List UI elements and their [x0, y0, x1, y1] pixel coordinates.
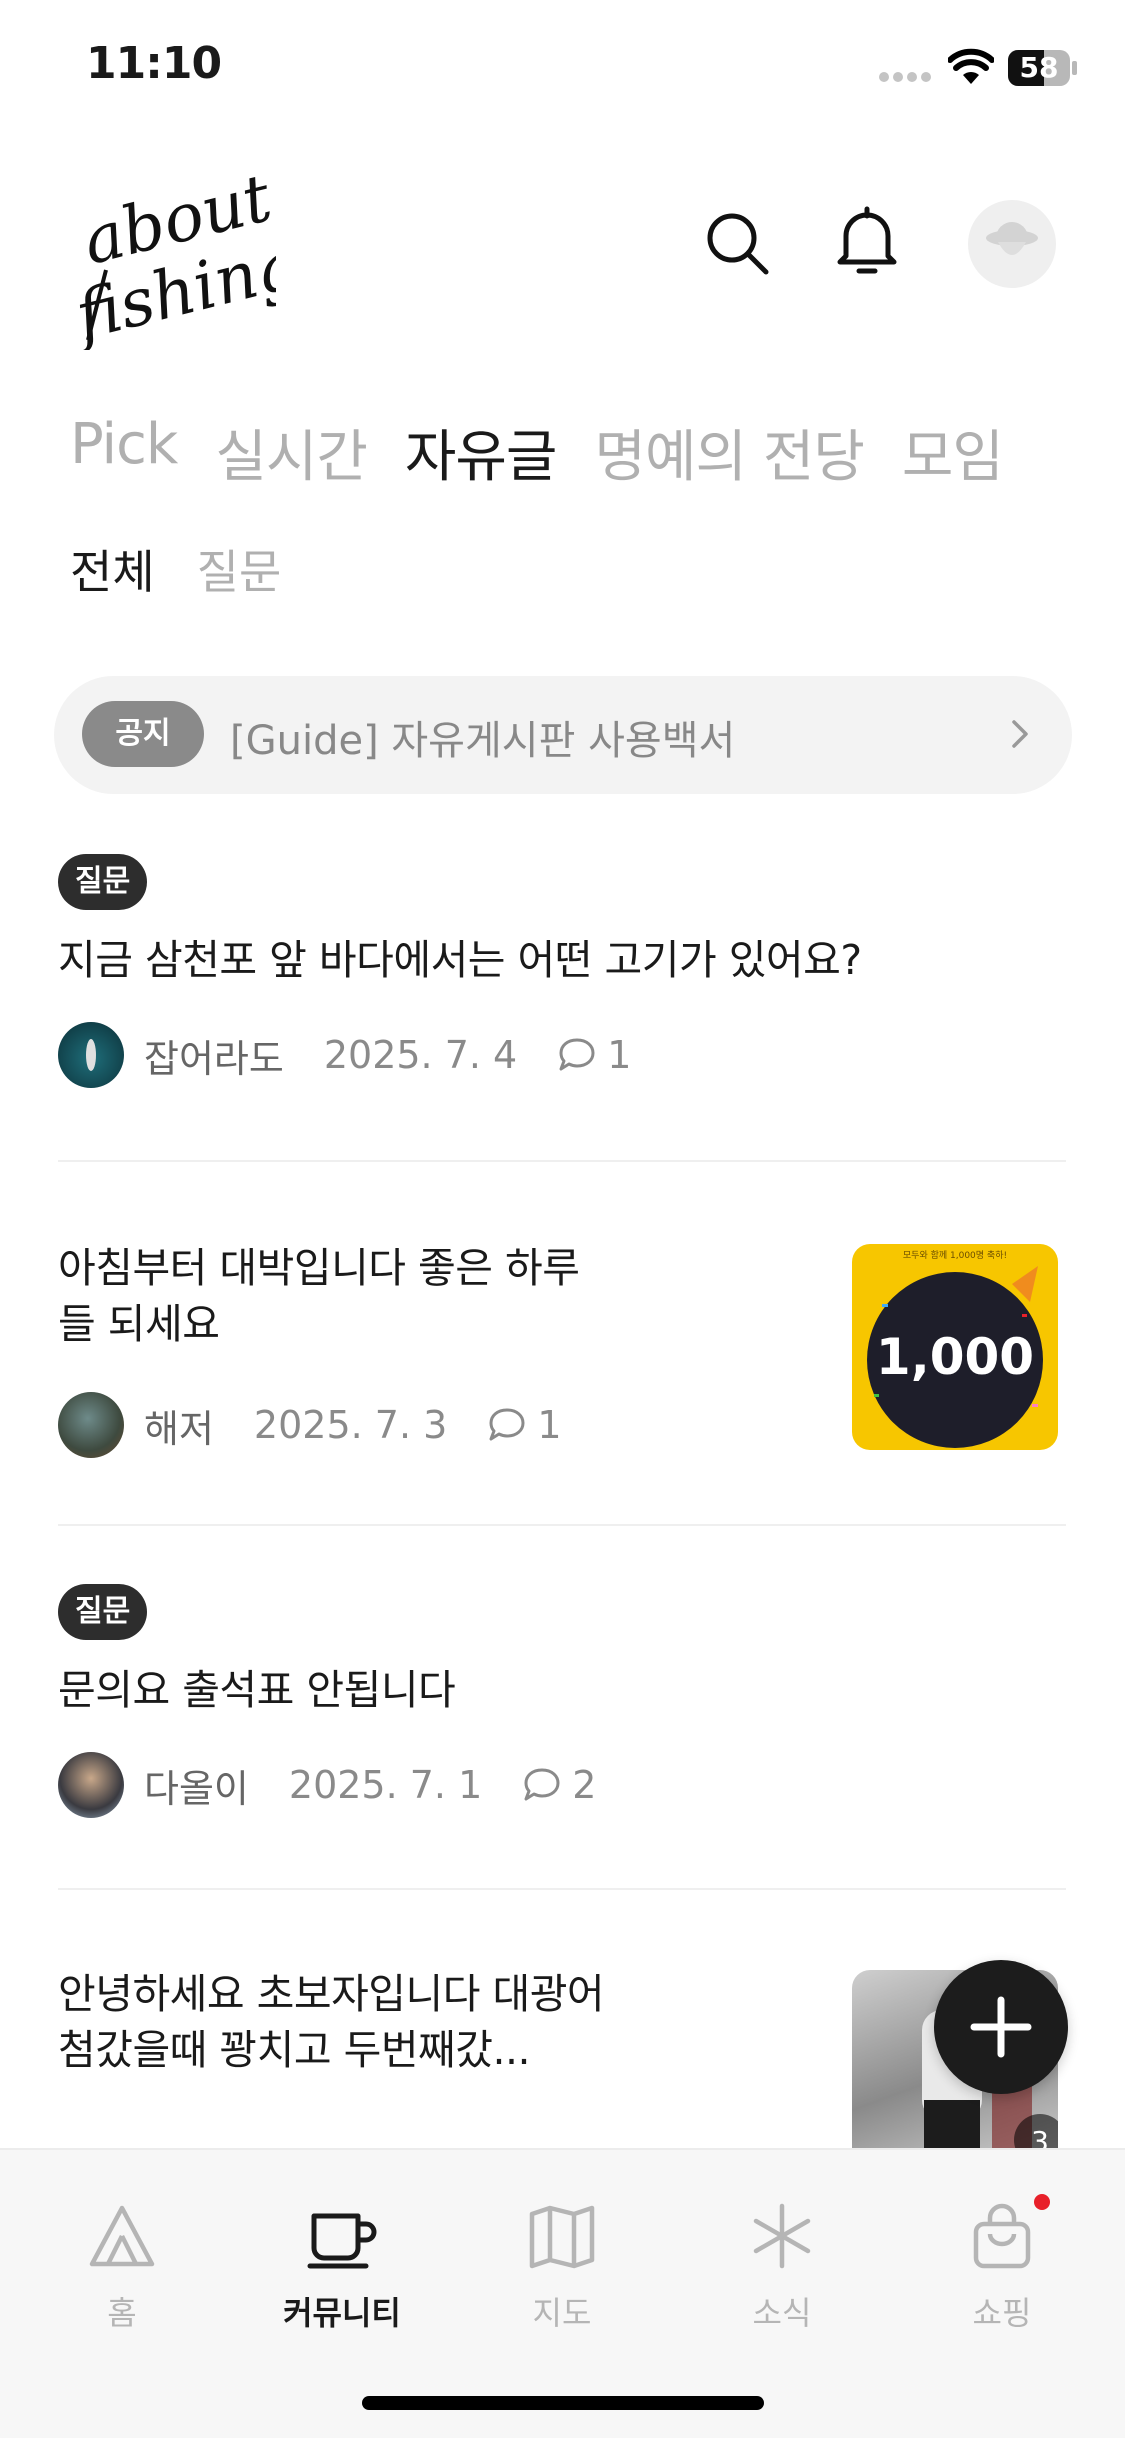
bottom-navigation: 홈 커뮤니티 지도 소식 쇼핑: [0, 2148, 1125, 2438]
battery-icon: 58: [1008, 50, 1070, 86]
subtab-question[interactable]: 질문: [197, 536, 282, 602]
comment-bubble-icon: [524, 1768, 560, 1801]
tent-icon: [89, 2205, 155, 2267]
thumbnail-number: 1,000: [876, 1328, 1034, 1386]
battery-level-text: 58: [1019, 51, 1059, 84]
nav-community[interactable]: 커뮤니티: [252, 2200, 432, 2334]
thumbnail-1000-image: 모두와 함께 1,000명 축하! 1,000: [867, 1249, 1043, 1448]
post-title: 안녕하세요 초보자입니다 대광어 첨갔을때 꽝치고 두번째갔...: [58, 1970, 605, 2074]
tab-pick[interactable]: Pick: [70, 412, 178, 493]
nav-shopping[interactable]: 쇼핑: [912, 2200, 1092, 2334]
nav-label: 홈: [107, 2294, 137, 2332]
chevron-right-icon: [1012, 720, 1028, 748]
post-date: 2025. 7. 1: [288, 1763, 483, 1807]
author-avatar: [58, 1392, 124, 1458]
write-post-button[interactable]: [934, 1960, 1068, 2094]
author-avatar: [58, 1752, 124, 1818]
comment-count-value: 2: [572, 1763, 597, 1807]
author-name: 잡어라도: [144, 1036, 284, 1081]
sub-tabs: 전체 질문: [70, 536, 323, 602]
comment-bubble-icon: [559, 1038, 595, 1071]
notice-text: [Guide] 자유게시판 사용백서: [230, 718, 736, 764]
comment-count: 1: [557, 1033, 631, 1077]
status-time: 11:10: [86, 38, 222, 89]
nav-news[interactable]: 소식: [692, 2200, 872, 2334]
battery-tip: [1072, 61, 1077, 75]
nav-label: 커뮤니티: [283, 2294, 401, 2332]
post-title: 문의요 출석표 안됩니다: [58, 1666, 456, 1714]
comment-count-value: 1: [607, 1033, 632, 1077]
author-name: 다올이: [144, 1766, 249, 1811]
divider: [58, 1160, 1066, 1162]
author-avatar: [58, 1022, 124, 1088]
post-date: 2025. 7. 3: [253, 1403, 448, 1447]
post-date: 2025. 7. 4: [323, 1033, 518, 1077]
author-name: 해저: [144, 1406, 214, 1451]
tab-hall-of-fame[interactable]: 명예의 전당: [594, 412, 864, 493]
nav-label: 소식: [752, 2294, 812, 2332]
tab-free-post[interactable]: 자유글: [405, 412, 558, 493]
question-badge: 질문: [58, 854, 148, 910]
nav-map[interactable]: 지도: [472, 2200, 652, 2334]
post-title: 지금 삼천포 앞 바다에서는 어떤 고기가 있어요?: [58, 936, 862, 984]
divider: [58, 1888, 1066, 1890]
search-icon[interactable]: [702, 208, 772, 278]
cellular-signal-icon: [879, 72, 931, 82]
notice-banner[interactable]: 공지 [Guide] 자유게시판 사용백서: [54, 676, 1072, 794]
fisherman-hat-icon: [986, 222, 1038, 255]
notice-badge: 공지: [82, 701, 204, 767]
subtab-all[interactable]: 전체: [70, 536, 155, 602]
nav-label: 지도: [532, 2294, 592, 2332]
shopping-bag-icon: [973, 2203, 1031, 2269]
post-meta: 잡어라도 2025. 7. 4 1: [58, 1022, 1064, 1088]
comment-count-value: 1: [537, 1403, 562, 1447]
question-badge: 질문: [58, 1584, 148, 1640]
post-meta: 다올이 2025. 7. 1 2: [58, 1752, 1064, 1818]
nav-label: 쇼핑: [972, 2294, 1032, 2332]
thumbnail-top-text: 모두와 함께 1,000명 축하!: [903, 1249, 1007, 1261]
post-thumbnail[interactable]: 모두와 함께 1,000명 축하! 1,000: [852, 1244, 1058, 1450]
about-fishing-logo[interactable]: about fishing: [66, 150, 276, 350]
category-tabs: Pick 실시간 자유글 명예의 전당 모임: [70, 412, 1041, 493]
post-item[interactable]: 질문 지금 삼천포 앞 바다에서는 어떤 고기가 있어요? 잡어라도 2025.…: [58, 854, 1064, 1088]
post-title: 아침부터 대박입니다 좋은 하루 들 되세요: [58, 1244, 580, 1348]
coffee-cup-icon: [307, 2213, 377, 2269]
divider: [58, 1524, 1066, 1526]
post-item[interactable]: 질문 문의요 출석표 안됩니다 다올이 2025. 7. 1 2: [58, 1584, 1064, 1818]
comment-count: 2: [522, 1763, 596, 1807]
comment-bubble-icon: [489, 1408, 525, 1441]
home-indicator: [362, 2396, 764, 2410]
notification-bell-icon[interactable]: [832, 206, 902, 276]
profile-avatar[interactable]: [968, 200, 1056, 288]
asterisk-icon: [753, 2203, 811, 2269]
tab-meetup[interactable]: 모임: [902, 412, 1004, 493]
plus-icon: [970, 1996, 1032, 2058]
notification-dot: [1034, 2194, 1050, 2210]
wifi-icon: [948, 48, 994, 84]
tab-realtime[interactable]: 실시간: [215, 412, 368, 493]
nav-home[interactable]: 홈: [32, 2200, 212, 2334]
comment-count: 1: [487, 1403, 562, 1447]
map-icon: [529, 2205, 595, 2269]
